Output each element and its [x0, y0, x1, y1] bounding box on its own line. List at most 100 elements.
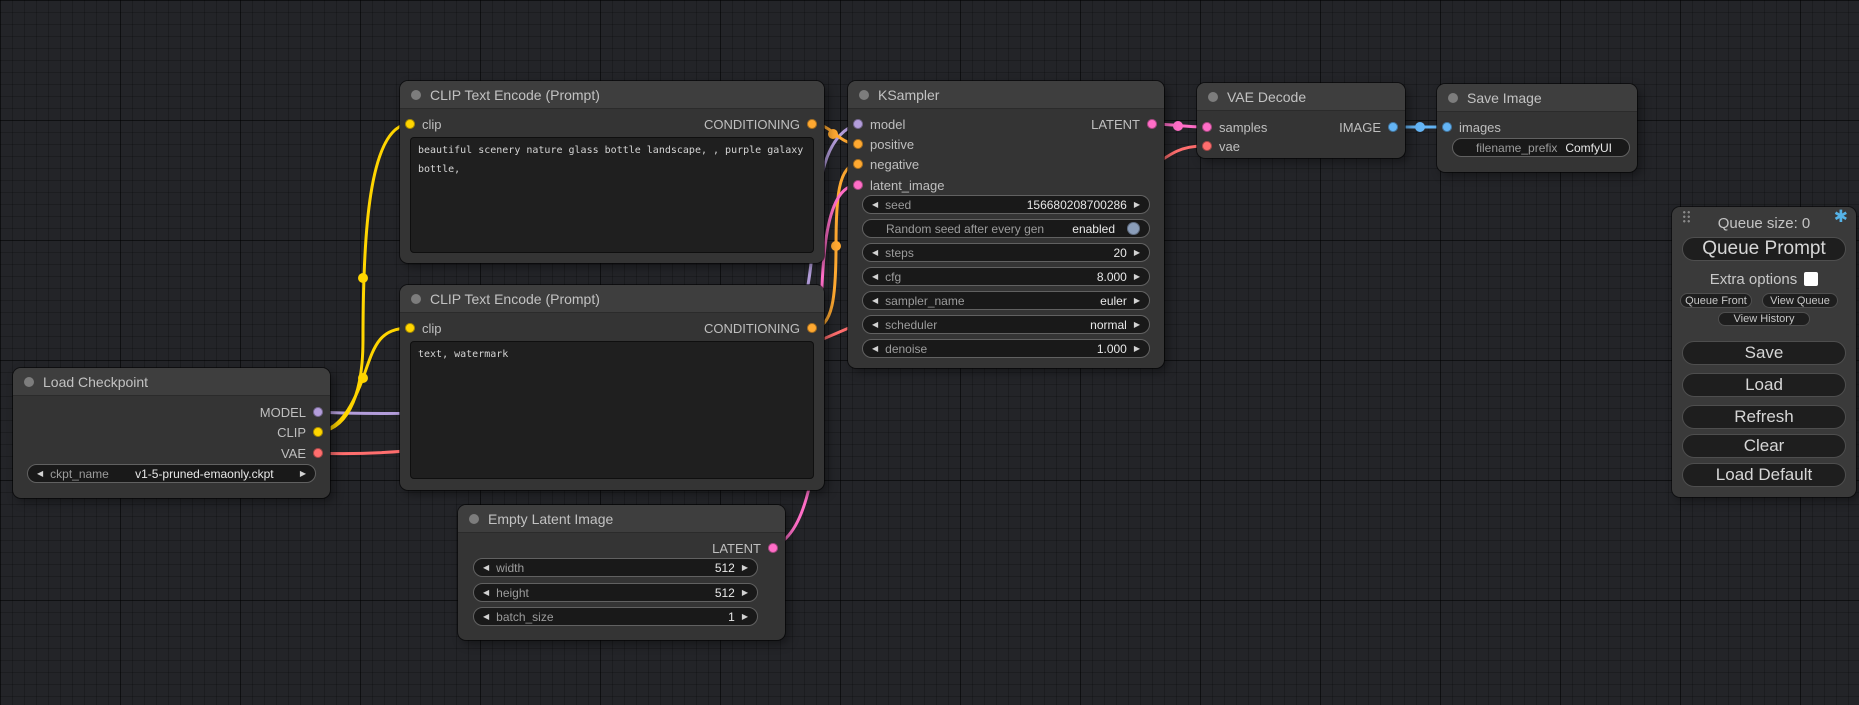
collapse-dot-icon[interactable]: [411, 294, 421, 304]
clip-output-dot[interactable]: [313, 427, 323, 437]
toggle-dot-icon[interactable]: [1127, 222, 1140, 235]
node-title: KSampler: [878, 87, 939, 103]
clip-input-dot[interactable]: [405, 119, 415, 129]
node-titlebar[interactable]: KSampler: [848, 81, 1164, 109]
output-conditioning: CONDITIONING: [704, 318, 817, 338]
input-vae: vae: [1202, 136, 1240, 156]
output-label: LATENT: [712, 541, 761, 556]
decrement-arrow-icon[interactable]: ◀: [872, 345, 878, 353]
model-input-dot[interactable]: [853, 119, 863, 129]
images-input-dot[interactable]: [1442, 122, 1452, 132]
decrement-arrow-icon[interactable]: ◀: [37, 470, 43, 478]
increment-arrow-icon[interactable]: ▶: [1134, 249, 1140, 257]
latent-output-dot[interactable]: [1147, 119, 1157, 129]
scheduler-widget[interactable]: ◀ scheduler normal ▶: [862, 315, 1150, 334]
node-clip-text-encode-positive[interactable]: CLIP Text Encode (Prompt) clip CONDITION…: [400, 81, 824, 263]
increment-arrow-icon[interactable]: ▶: [1134, 273, 1140, 281]
queue-prompt-button[interactable]: Queue Prompt: [1682, 237, 1846, 261]
widget-value: 1: [554, 610, 735, 624]
cfg-widget[interactable]: ◀ cfg 8.000 ▶: [862, 267, 1150, 286]
node-titlebar[interactable]: Save Image: [1437, 84, 1637, 112]
decrement-arrow-icon[interactable]: ◀: [872, 201, 878, 209]
collapse-dot-icon[interactable]: [24, 377, 34, 387]
widget-label: width: [496, 561, 524, 575]
increment-arrow-icon[interactable]: ▶: [1134, 345, 1140, 353]
widget-value: euler: [965, 294, 1127, 308]
output-label: VAE: [281, 446, 306, 461]
random-seed-toggle-widget[interactable]: Random seed after every gen enabled: [862, 219, 1150, 238]
settings-gear-icon[interactable]: ✱: [1834, 207, 1848, 227]
extra-options-row: Extra options: [1672, 271, 1856, 287]
collapse-dot-icon[interactable]: [1448, 93, 1458, 103]
extra-options-checkbox[interactable]: [1804, 272, 1818, 286]
load-button[interactable]: Load: [1682, 373, 1846, 397]
decrement-arrow-icon[interactable]: ◀: [483, 613, 489, 621]
increment-arrow-icon[interactable]: ▶: [742, 589, 748, 597]
collapse-dot-icon[interactable]: [469, 514, 479, 524]
image-output-dot[interactable]: [1388, 122, 1398, 132]
height-widget[interactable]: ◀ height 512 ▶: [473, 583, 758, 602]
node-titlebar[interactable]: Empty Latent Image: [458, 505, 785, 533]
width-widget[interactable]: ◀ width 512 ▶: [473, 558, 758, 577]
clip-input-dot[interactable]: [405, 323, 415, 333]
output-latent: LATENT: [1091, 114, 1157, 134]
input-label: clip: [422, 321, 442, 336]
filename-prefix-widget[interactable]: filename_prefix ComfyUI: [1452, 138, 1630, 157]
node-empty-latent-image[interactable]: Empty Latent Image LATENT ◀ width 512 ▶ …: [458, 505, 785, 640]
collapse-dot-icon[interactable]: [411, 90, 421, 100]
refresh-button[interactable]: Refresh: [1682, 405, 1846, 429]
sampler-name-widget[interactable]: ◀ sampler_name euler ▶: [862, 291, 1150, 310]
denoise-widget[interactable]: ◀ denoise 1.000 ▶: [862, 339, 1150, 358]
node-load-checkpoint[interactable]: Load Checkpoint MODEL CLIP VAE ◀ ckpt_na…: [13, 368, 330, 498]
save-button[interactable]: Save: [1682, 341, 1846, 365]
increment-arrow-icon[interactable]: ▶: [1134, 297, 1140, 305]
conditioning-output-dot[interactable]: [807, 323, 817, 333]
widget-value: ComfyUI: [1557, 141, 1620, 155]
view-history-button[interactable]: View History: [1718, 312, 1810, 326]
node-clip-text-encode-negative[interactable]: CLIP Text Encode (Prompt) clip CONDITION…: [400, 285, 824, 490]
increment-arrow-icon[interactable]: ▶: [1134, 321, 1140, 329]
vae-output-dot[interactable]: [313, 448, 323, 458]
increment-arrow-icon[interactable]: ▶: [1134, 201, 1140, 209]
increment-arrow-icon[interactable]: ▶: [742, 564, 748, 572]
prompt-textarea[interactable]: text, watermark: [410, 341, 814, 479]
samples-input-dot[interactable]: [1202, 122, 1212, 132]
node-title: Save Image: [1467, 90, 1542, 106]
decrement-arrow-icon[interactable]: ◀: [483, 564, 489, 572]
conditioning-output-dot[interactable]: [807, 119, 817, 129]
clear-button[interactable]: Clear: [1682, 434, 1846, 458]
ckpt-name-widget[interactable]: ◀ ckpt_name v1-5-pruned-emaonly.ckpt ▶: [27, 464, 316, 483]
vae-input-dot[interactable]: [1202, 141, 1212, 151]
negative-input-dot[interactable]: [853, 159, 863, 169]
latent-output-dot[interactable]: [768, 543, 778, 553]
steps-widget[interactable]: ◀ steps 20 ▶: [862, 243, 1150, 262]
collapse-dot-icon[interactable]: [859, 90, 869, 100]
seed-widget[interactable]: ◀ seed 156680208700286 ▶: [862, 195, 1150, 214]
node-ksampler[interactable]: KSampler model LATENT positive negative …: [848, 81, 1164, 368]
node-titlebar[interactable]: Load Checkpoint: [13, 368, 330, 396]
node-title: Empty Latent Image: [488, 511, 613, 527]
decrement-arrow-icon[interactable]: ◀: [872, 321, 878, 329]
collapse-dot-icon[interactable]: [1208, 92, 1218, 102]
link-midpoint-dot: [831, 241, 841, 251]
node-vae-decode[interactable]: VAE Decode samples IMAGE vae: [1197, 83, 1405, 158]
node-save-image[interactable]: Save Image images filename_prefix ComfyU…: [1437, 84, 1637, 172]
decrement-arrow-icon[interactable]: ◀: [872, 273, 878, 281]
node-titlebar[interactable]: CLIP Text Encode (Prompt): [400, 285, 824, 313]
decrement-arrow-icon[interactable]: ◀: [483, 589, 489, 597]
decrement-arrow-icon[interactable]: ◀: [872, 297, 878, 305]
queue-front-button[interactable]: Queue Front: [1680, 293, 1752, 308]
increment-arrow-icon[interactable]: ▶: [742, 613, 748, 621]
node-titlebar[interactable]: VAE Decode: [1197, 83, 1405, 111]
increment-arrow-icon[interactable]: ▶: [300, 470, 306, 478]
decrement-arrow-icon[interactable]: ◀: [872, 249, 878, 257]
node-titlebar[interactable]: CLIP Text Encode (Prompt): [400, 81, 824, 109]
prompt-textarea[interactable]: beautiful scenery nature glass bottle la…: [410, 137, 814, 253]
view-queue-button[interactable]: View Queue: [1762, 293, 1838, 308]
batch-size-widget[interactable]: ◀ batch_size 1 ▶: [473, 607, 758, 626]
latent-image-input-dot[interactable]: [853, 180, 863, 190]
model-output-dot[interactable]: [313, 407, 323, 417]
positive-input-dot[interactable]: [853, 139, 863, 149]
node-title: Load Checkpoint: [43, 374, 148, 390]
load-default-button[interactable]: Load Default: [1682, 463, 1846, 487]
